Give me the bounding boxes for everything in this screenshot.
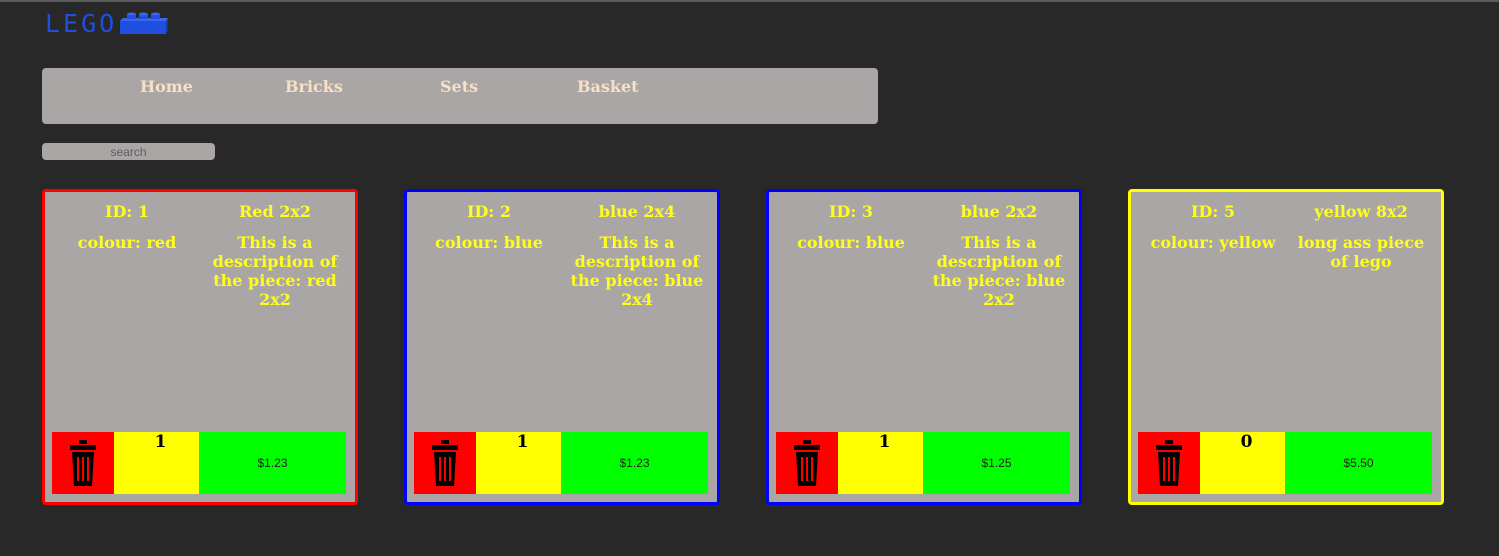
- product-card: ID: 3 blue 2x2 colour: blue This is a de…: [766, 189, 1082, 505]
- quantity-field[interactable]: 0: [1200, 432, 1285, 494]
- product-id: ID: 1: [105, 202, 149, 221]
- remove-button[interactable]: [1138, 432, 1200, 494]
- remove-button[interactable]: [414, 432, 476, 494]
- product-description: This is a description of the piece: red …: [212, 233, 338, 309]
- search-input[interactable]: [42, 143, 215, 160]
- price-label: $1.23: [199, 432, 346, 494]
- card-actions: 1 $1.23: [414, 432, 708, 494]
- product-colour: colour: red: [77, 233, 177, 252]
- product-colour: colour: blue: [797, 233, 905, 252]
- quantity-value: 1: [154, 432, 167, 452]
- product-name: blue 2x2: [960, 202, 1038, 221]
- quantity-field[interactable]: 1: [476, 432, 561, 494]
- quantity-value: 1: [516, 432, 529, 452]
- remove-button[interactable]: [776, 432, 838, 494]
- product-id: ID: 2: [467, 202, 511, 221]
- product-card: ID: 5 yellow 8x2 colour: yellow long ass…: [1128, 189, 1444, 505]
- trash-icon: [70, 440, 96, 486]
- remove-button[interactable]: [52, 432, 114, 494]
- card-actions: 0 $5.50: [1138, 432, 1432, 494]
- product-colour: colour: blue: [435, 233, 543, 252]
- product-id: ID: 5: [1191, 202, 1235, 221]
- product-description: long ass piece of lego: [1297, 233, 1425, 271]
- top-rule: [0, 0, 1499, 2]
- product-name: blue 2x4: [598, 202, 676, 221]
- trash-icon: [432, 440, 458, 486]
- main-nav: Home Bricks Sets Basket: [42, 68, 878, 124]
- logo[interactable]: LEGO: [45, 10, 169, 40]
- quantity-field[interactable]: 1: [114, 432, 199, 494]
- price-label: $1.25: [923, 432, 1070, 494]
- product-id: ID: 3: [829, 202, 873, 221]
- product-colour: colour: yellow: [1150, 233, 1276, 252]
- nav-basket[interactable]: Basket: [577, 77, 639, 96]
- product-description: This is a description of the piece: blue…: [570, 233, 704, 309]
- product-description: This is a description of the piece: blue…: [932, 233, 1066, 309]
- card-actions: 1 $1.23: [52, 432, 346, 494]
- quantity-value: 1: [878, 432, 891, 452]
- nav-sets[interactable]: Sets: [440, 77, 478, 96]
- product-card: ID: 1 Red 2x2 colour: red This is a desc…: [42, 189, 358, 505]
- nav-bricks[interactable]: Bricks: [285, 77, 343, 96]
- price-label: $1.23: [561, 432, 708, 494]
- product-name: Red 2x2: [238, 202, 312, 221]
- product-card: ID: 2 blue 2x4 colour: blue This is a de…: [404, 189, 720, 505]
- logo-text: LEGO: [45, 9, 118, 38]
- nav-home[interactable]: Home: [140, 77, 193, 96]
- card-actions: 1 $1.25: [776, 432, 1070, 494]
- product-name: yellow 8x2: [1314, 202, 1408, 221]
- price-label: $5.50: [1285, 432, 1432, 494]
- quantity-field[interactable]: 1: [838, 432, 923, 494]
- trash-icon: [1156, 440, 1182, 486]
- quantity-value: 0: [1240, 432, 1253, 452]
- trash-icon: [794, 440, 820, 486]
- lego-brick-icon: [120, 12, 169, 34]
